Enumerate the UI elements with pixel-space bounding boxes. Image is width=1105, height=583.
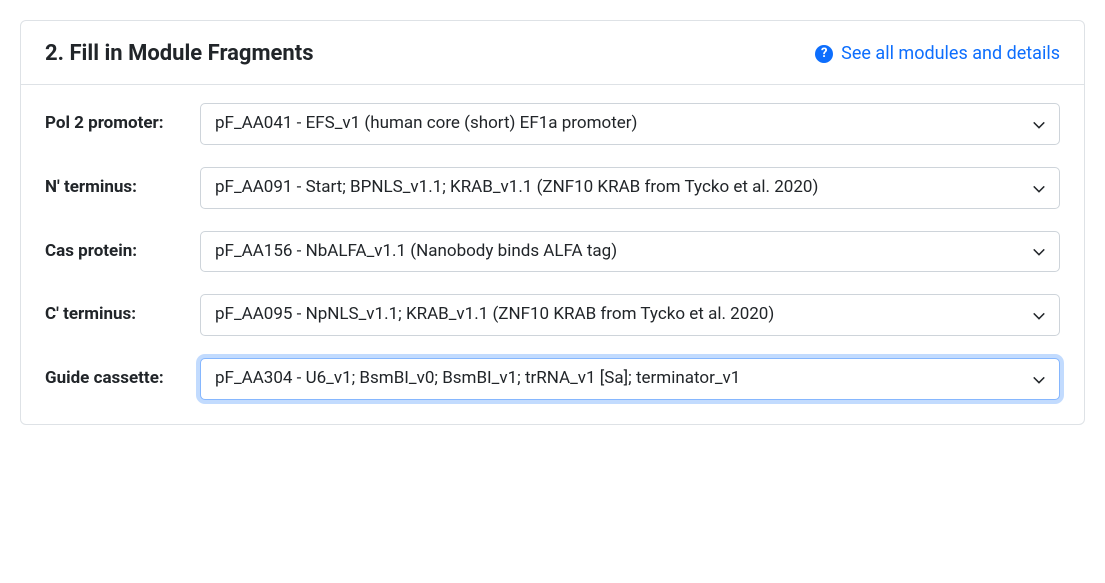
field-cas-protein: Cas protein: pF_AA156 - NbALFA_v1.1 (Nan… bbox=[45, 231, 1060, 273]
field-n-terminus: N' terminus: pF_AA091 - Start; BPNLS_v1.… bbox=[45, 167, 1060, 209]
label-c-terminus: C' terminus: bbox=[45, 294, 200, 327]
select-c-terminus[interactable]: pF_AA095 - NpNLS_v1.1; KRAB_v1.1 (ZNF10 … bbox=[200, 294, 1060, 336]
help-link-text: See all modules and details bbox=[841, 43, 1060, 64]
label-cas-protein: Cas protein: bbox=[45, 231, 200, 264]
select-n-terminus[interactable]: pF_AA091 - Start; BPNLS_v1.1; KRAB_v1.1 … bbox=[200, 167, 1060, 209]
select-cas-protein-wrapper: pF_AA156 - NbALFA_v1.1 (Nanobody binds A… bbox=[200, 231, 1060, 273]
panel-header: 2. Fill in Module Fragments ? See all mo… bbox=[21, 21, 1084, 85]
field-pol2-promoter: Pol 2 promoter: pF_AA041 - EFS_v1 (human… bbox=[45, 103, 1060, 145]
see-all-modules-link[interactable]: ? See all modules and details bbox=[815, 43, 1060, 64]
panel-title: 2. Fill in Module Fragments bbox=[45, 41, 314, 66]
select-guide-cassette[interactable]: pF_AA304 - U6_v1; BsmBI_v0; BsmBI_v1; tr… bbox=[200, 358, 1060, 400]
field-guide-cassette: Guide cassette: pF_AA304 - U6_v1; BsmBI_… bbox=[45, 358, 1060, 400]
select-pol2-promoter[interactable]: pF_AA041 - EFS_v1 (human core (short) EF… bbox=[200, 103, 1060, 145]
select-pol2-promoter-wrapper: pF_AA041 - EFS_v1 (human core (short) EF… bbox=[200, 103, 1060, 145]
field-c-terminus: C' terminus: pF_AA095 - NpNLS_v1.1; KRAB… bbox=[45, 294, 1060, 336]
select-n-terminus-wrapper: pF_AA091 - Start; BPNLS_v1.1; KRAB_v1.1 … bbox=[200, 167, 1060, 209]
module-fragments-panel: 2. Fill in Module Fragments ? See all mo… bbox=[20, 20, 1085, 425]
label-pol2-promoter: Pol 2 promoter: bbox=[45, 103, 200, 136]
select-cas-protein[interactable]: pF_AA156 - NbALFA_v1.1 (Nanobody binds A… bbox=[200, 231, 1060, 273]
help-icon: ? bbox=[815, 45, 833, 63]
label-guide-cassette: Guide cassette: bbox=[45, 358, 200, 391]
label-n-terminus: N' terminus: bbox=[45, 167, 200, 200]
select-c-terminus-wrapper: pF_AA095 - NpNLS_v1.1; KRAB_v1.1 (ZNF10 … bbox=[200, 294, 1060, 336]
select-guide-cassette-wrapper: pF_AA304 - U6_v1; BsmBI_v0; BsmBI_v1; tr… bbox=[200, 358, 1060, 400]
panel-body: Pol 2 promoter: pF_AA041 - EFS_v1 (human… bbox=[21, 85, 1084, 424]
